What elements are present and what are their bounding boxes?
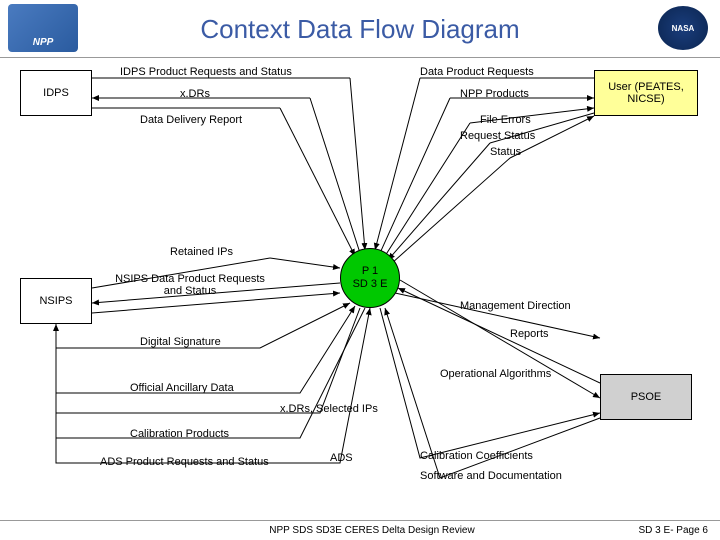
diagram-canvas: IDPS NSIPS User (PEATES, NICSE) PSOE P 1… (0, 58, 720, 510)
flow-ads: ADS (330, 452, 353, 464)
flow-data-product-requests: Data Product Requests (420, 66, 534, 78)
flow-idps-requests: IDPS Product Requests and Status (120, 66, 292, 78)
entity-nsips: NSIPS (20, 278, 92, 324)
page-title: Context Data Flow Diagram (0, 0, 720, 45)
flow-ads-requests: ADS Product Requests and Status (100, 456, 269, 468)
entity-psoe: PSOE (600, 374, 692, 420)
flow-digital-signature: Digital Signature (140, 336, 221, 348)
flow-status: Status (490, 146, 521, 158)
flow-reports: Reports (510, 328, 549, 340)
npp-logo-icon: NPP (8, 4, 78, 52)
flow-operational-algorithms: Operational Algorithms (440, 368, 551, 380)
flow-official-ancillary: Official Ancillary Data (130, 382, 234, 394)
flow-calibration-products: Calibration Products (130, 428, 229, 440)
footer: NPP SDS SD3E CERES Delta Design Review S… (0, 520, 720, 540)
footer-center: NPP SDS SD3E CERES Delta Design Review (12, 525, 720, 536)
flow-retained-ips: Retained IPs (170, 246, 233, 258)
flow-file-errors: File Errors (480, 114, 531, 126)
flow-npp-products: NPP Products (460, 88, 529, 100)
flow-calibration-coeffs: Calibration Coefficients (420, 450, 533, 462)
flow-xdrs-selected: x.DRs, Selected IPs (280, 403, 378, 415)
header: NPP Context Data Flow Diagram NASA (0, 0, 720, 58)
process-node: P 1 SD 3 E (340, 248, 400, 308)
process-line2: SD 3 E (353, 278, 388, 291)
flow-management-direction: Management Direction (460, 300, 571, 312)
flow-request-status: Request Status (460, 130, 535, 142)
flow-xdrs: x.DRs (180, 88, 210, 100)
entity-idps: IDPS (20, 70, 92, 116)
flow-data-delivery: Data Delivery Report (140, 114, 242, 126)
flow-software-docs: Software and Documentation (420, 470, 562, 482)
process-line1: P 1 (362, 265, 378, 278)
nasa-logo-icon: NASA (658, 6, 708, 50)
flow-nsips-requests: NSIPS Data Product Requests and Status (110, 273, 270, 297)
entity-user: User (PEATES, NICSE) (594, 70, 698, 116)
